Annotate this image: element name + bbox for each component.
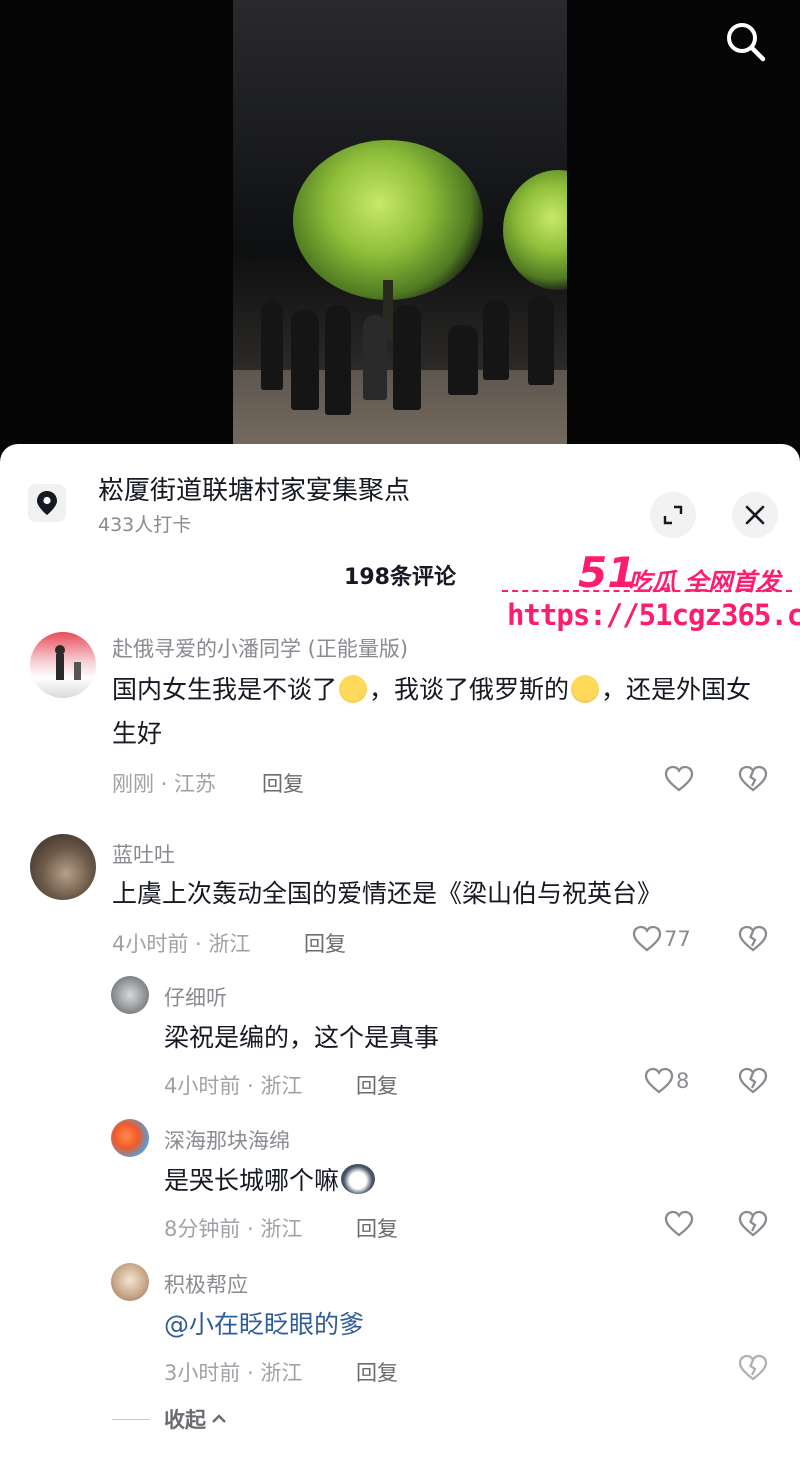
person-silhouette <box>261 300 283 390</box>
expand-button[interactable] <box>650 492 696 538</box>
like-button[interactable]: 8 <box>644 1066 689 1096</box>
comment-text: 梁祝是编的，这个是真事 <box>164 1023 440 1052</box>
comment-text: 上虞上次轰动全国的爱情还是《梁山伯与祝英台》 <box>112 879 663 908</box>
comment-meta: 8分钟前 · 浙江 <box>164 1217 303 1241</box>
avatar[interactable] <box>30 632 96 698</box>
dislike-button[interactable] <box>738 1209 768 1243</box>
location-checkins: 433人打卡 <box>98 514 192 536</box>
search-icon <box>727 23 766 62</box>
person-silhouette <box>325 305 351 415</box>
reply-button[interactable]: 回复 <box>356 1070 398 1100</box>
comment-text-segment: ，我谈了俄罗斯的 <box>369 675 570 704</box>
heart-icon <box>632 925 662 952</box>
avatar[interactable] <box>111 1263 149 1301</box>
comment-text-segment: 是哭长城哪个嘛 <box>164 1166 340 1195</box>
like-button[interactable] <box>664 764 696 794</box>
collapse-label: 收起 <box>164 1408 206 1432</box>
comment-text: 是哭长城哪个嘛 <box>164 1159 744 1203</box>
heart-icon <box>644 1067 674 1094</box>
comment-meta: 4小时前 · 浙江 <box>164 1074 303 1098</box>
husky-emoji-icon <box>341 1164 376 1194</box>
comment-meta: 3小时前 · 浙江 <box>164 1361 303 1385</box>
comment-meta: 刚刚 · 江苏 <box>112 772 217 796</box>
location-pin-icon <box>28 484 66 522</box>
comment-author[interactable]: 仔细听 <box>164 982 227 1012</box>
like-button[interactable] <box>664 1209 696 1239</box>
reply-button[interactable]: 回复 <box>356 1213 398 1243</box>
watermark-url: https://51cgz365.com <box>507 598 800 632</box>
comment-item: 赴俄寻爱的小潘同学 (正能量版) 国内女生我是不谈了 ，我谈了俄罗斯的 ，还是外国女… <box>0 628 800 808</box>
broken-heart-icon <box>738 925 768 952</box>
comment-meta: 4小时前 · 浙江 <box>112 932 251 956</box>
reply-item: 深海那块海绵 是哭长城哪个嘛 8分钟前 · 浙江 回复 <box>0 1117 800 1247</box>
close-button[interactable] <box>732 492 778 538</box>
comment-mention-text[interactable]: @小在眨眨眼的爹 <box>164 1303 744 1347</box>
person-silhouette <box>448 325 478 395</box>
collapse-divider <box>112 1418 150 1420</box>
comment-author[interactable]: 积极帮应 <box>164 1269 248 1299</box>
broken-heart-icon <box>738 1210 768 1237</box>
tree-image <box>293 140 483 300</box>
comment-author[interactable]: 蓝吐吐 <box>112 839 175 869</box>
reply-item: 积极帮应 @小在眨眨眼的爹 3小时前 · 浙江 回复 <box>0 1261 800 1391</box>
like-button[interactable]: 77 <box>632 924 691 954</box>
laughing-sweat-emoji-icon <box>339 675 368 703</box>
location-card[interactable]: 崧厦街道联塘村家宴集聚点 433人打卡 <box>28 470 778 540</box>
tree-image <box>503 170 567 290</box>
chevron-up-icon <box>212 1414 226 1423</box>
avatar[interactable] <box>111 976 149 1014</box>
broken-heart-icon <box>738 765 768 792</box>
watermark-divider <box>502 590 792 596</box>
video-frame <box>233 0 567 460</box>
search-button[interactable] <box>720 16 772 68</box>
video-player[interactable] <box>0 0 800 460</box>
person-silhouette <box>393 305 421 410</box>
like-count: 77 <box>664 927 691 951</box>
comment-author[interactable]: 赴俄寻爱的小潘同学 (正能量版) <box>112 633 408 663</box>
comment-text-segment: 国内女生我是不谈了 <box>112 675 338 704</box>
close-icon <box>745 505 765 525</box>
heart-icon <box>664 1210 694 1237</box>
dislike-button[interactable] <box>738 764 768 798</box>
avatar[interactable] <box>111 1119 149 1157</box>
broken-heart-icon <box>738 1067 768 1094</box>
dislike-button[interactable] <box>738 1353 768 1387</box>
comment-item: 蓝吐吐 上虞上次轰动全国的爱情还是《梁山伯与祝英台》 4小时前 · 浙江 回复 … <box>0 832 800 962</box>
comment-text: 国内女生我是不谈了 ，我谈了俄罗斯的 ，还是外国女生好 <box>112 668 762 756</box>
like-count: 8 <box>676 1069 690 1093</box>
dislike-button[interactable] <box>738 1066 768 1100</box>
person-silhouette <box>291 310 319 410</box>
person-silhouette <box>363 315 387 400</box>
reply-button[interactable]: 回复 <box>262 768 304 798</box>
tongue-out-emoji-icon <box>571 675 600 703</box>
reply-button[interactable]: 回复 <box>356 1357 398 1387</box>
comment-author[interactable]: 深海那块海绵 <box>164 1125 290 1155</box>
reply-button[interactable]: 回复 <box>304 928 346 958</box>
heart-icon <box>664 765 694 792</box>
person-silhouette <box>483 300 509 380</box>
location-title: 崧厦街道联塘村家宴集聚点 <box>98 476 411 506</box>
collapse-replies-button[interactable]: 收起 <box>112 1404 228 1434</box>
dislike-button[interactable] <box>738 924 768 958</box>
reply-item: 仔细听 梁祝是编的，这个是真事 4小时前 · 浙江 回复 8 <box>0 974 800 1104</box>
broken-heart-icon <box>738 1354 768 1381</box>
person-silhouette <box>528 295 554 385</box>
avatar[interactable] <box>30 834 96 900</box>
expand-icon <box>663 505 683 525</box>
